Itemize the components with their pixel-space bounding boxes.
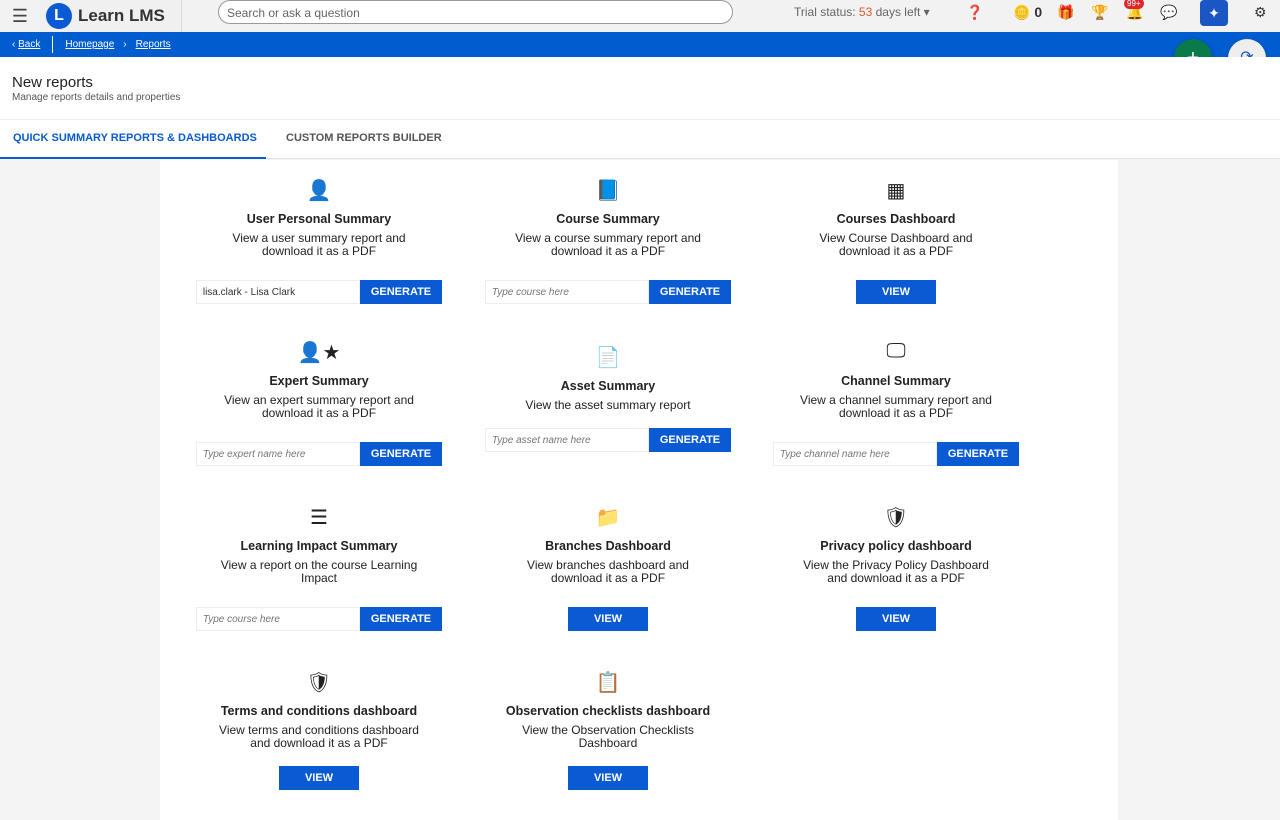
- card-description: View an expert summary report and downlo…: [224, 393, 414, 420]
- shield-icon: 🛡: [883, 507, 909, 529]
- points-icon[interactable]: 🪙 0: [1013, 4, 1042, 21]
- back-link[interactable]: Back: [18, 39, 40, 50]
- view-button[interactable]: VIEW: [856, 607, 936, 631]
- card-title: Channel Summary: [841, 374, 951, 388]
- logo[interactable]: L Learn LMS: [40, 0, 182, 32]
- tabs: QUICK SUMMARY REPORTS & DASHBOARDS CUSTO…: [0, 119, 1280, 159]
- search-input[interactable]: Search or ask a question: [218, 0, 733, 24]
- reports-panel: 👤 User Personal Summary View a user summ…: [160, 160, 1118, 820]
- card-title: User Personal Summary: [246, 212, 392, 226]
- chevron-right-icon: ›: [123, 39, 127, 50]
- page-title: New reports: [12, 74, 93, 91]
- card-title: Learning Impact Summary: [240, 539, 398, 553]
- breadcrumb-reports[interactable]: Reports: [136, 39, 171, 50]
- shield-icon: 🛡: [306, 672, 332, 694]
- user-icon: 👤: [306, 180, 332, 202]
- channel-input[interactable]: [772, 442, 937, 466]
- breadcrumb-homepage[interactable]: Homepage: [65, 39, 114, 50]
- card-privacy-policy-dashboard: 🛡 Privacy policy dashboard View the Priv…: [756, 505, 1036, 631]
- card-title: Branches Dashboard: [545, 539, 671, 553]
- book-icon: 📘: [595, 180, 621, 202]
- generate-button[interactable]: GENERATE: [936, 442, 1020, 466]
- help-icon[interactable]: ❓: [966, 4, 983, 21]
- view-button[interactable]: VIEW: [856, 280, 936, 304]
- view-button[interactable]: VIEW: [568, 607, 648, 631]
- chat-icon[interactable]: 💬: [1160, 4, 1177, 21]
- app-name: Learn LMS: [78, 6, 165, 25]
- card-learning-impact-summary: ☰ Learning Impact Summary View a report …: [179, 505, 459, 631]
- monitor-icon: 🖵: [886, 340, 906, 362]
- card-title: Privacy policy dashboard: [820, 539, 972, 553]
- card-terms-dashboard: 🛡 Terms and conditions dashboard View te…: [179, 670, 459, 790]
- logo-mark: L: [46, 3, 72, 29]
- trial-suffix: days left: [875, 5, 921, 19]
- breadcrumb: ‹ Back Homepage › Reports: [0, 32, 1280, 57]
- card-observation-checklists-dashboard: 📋 Observation checklists dashboard View …: [468, 670, 748, 790]
- card-title: Courses Dashboard: [836, 212, 956, 226]
- card-channel-summary: 🖵 Channel Summary View a channel summary…: [756, 340, 1036, 466]
- card-description: View the Privacy Policy Dashboard and do…: [803, 558, 989, 585]
- dashboard-icon: ▦: [886, 180, 906, 202]
- view-button[interactable]: VIEW: [568, 766, 648, 790]
- divider: [52, 36, 54, 53]
- card-description: View the asset summary report: [525, 398, 691, 412]
- file-icon: 📄: [595, 347, 621, 369]
- expert-input[interactable]: [195, 442, 360, 466]
- tab-custom-reports-builder[interactable]: CUSTOM REPORTS BUILDER: [286, 132, 442, 144]
- generate-button[interactable]: GENERATE: [359, 280, 443, 304]
- page-header: New reports Manage reports details and p…: [0, 57, 1280, 159]
- card-description: View a user summary report and download …: [232, 231, 406, 258]
- tab-quick-summary[interactable]: QUICK SUMMARY REPORTS & DASHBOARDS: [13, 132, 257, 144]
- expert-icon: 👤★: [297, 342, 341, 364]
- card-description: View branches dashboard and download it …: [527, 558, 689, 585]
- list-icon: ☰: [310, 507, 328, 529]
- card-description: View a channel summary report and downlo…: [800, 393, 992, 420]
- trial-status[interactable]: Trial status: 53 days left ▾: [794, 5, 930, 19]
- card-expert-summary: 👤★ Expert Summary View an expert summary…: [179, 340, 459, 466]
- card-courses-dashboard: ▦ Courses Dashboard View Course Dashboar…: [756, 178, 1036, 304]
- folder-icon: 📁: [595, 507, 621, 529]
- card-title: Observation checklists dashboard: [505, 704, 711, 718]
- course-input[interactable]: [484, 280, 649, 304]
- card-course-summary: 📘 Course Summary View a course summary r…: [468, 178, 748, 304]
- generate-button[interactable]: GENERATE: [359, 442, 443, 466]
- points-count: 0: [1034, 4, 1043, 20]
- page-subtitle: Manage reports details and properties: [12, 92, 181, 103]
- gift-icon[interactable]: 🎁: [1057, 4, 1074, 21]
- generate-button[interactable]: GENERATE: [648, 428, 732, 452]
- card-description: View a report on the course Learning Imp…: [220, 558, 418, 585]
- card-description: View terms and conditions dashboard and …: [219, 723, 419, 750]
- asset-input[interactable]: [484, 428, 649, 452]
- card-title: Course Summary: [556, 212, 660, 226]
- generate-button[interactable]: GENERATE: [648, 280, 732, 304]
- card-user-personal-summary: 👤 User Personal Summary View a user summ…: [179, 178, 459, 304]
- card-title: Asset Summary: [560, 379, 656, 393]
- card-description: View the Observation Checklists Dashboar…: [522, 723, 694, 750]
- trial-days: 53: [858, 5, 873, 19]
- view-button[interactable]: VIEW: [279, 766, 359, 790]
- card-description: View a course summary report and downloa…: [515, 231, 701, 258]
- trial-label: Trial status:: [794, 5, 856, 19]
- notification-badge: 99+: [1124, 0, 1144, 9]
- clipboard-icon: 📋: [595, 672, 621, 694]
- menu-icon[interactable]: ☰: [0, 6, 40, 27]
- gear-icon[interactable]: ⚙: [1254, 4, 1267, 21]
- ai-assistant-button[interactable]: ✦: [1200, 0, 1228, 26]
- card-description: View Course Dashboard and download it as…: [819, 231, 973, 258]
- trophy-icon[interactable]: 🏆: [1091, 4, 1108, 21]
- card-branches-dashboard: 📁 Branches Dashboard View branches dashb…: [468, 505, 748, 631]
- card-title: Terms and conditions dashboard: [220, 704, 418, 718]
- user-input[interactable]: [195, 280, 360, 304]
- card-asset-summary: 📄 Asset Summary View the asset summary r…: [468, 345, 748, 452]
- card-title: Expert Summary: [269, 374, 369, 388]
- course-input[interactable]: [195, 607, 360, 631]
- active-tab-indicator: [0, 157, 266, 159]
- generate-button[interactable]: GENERATE: [359, 607, 443, 631]
